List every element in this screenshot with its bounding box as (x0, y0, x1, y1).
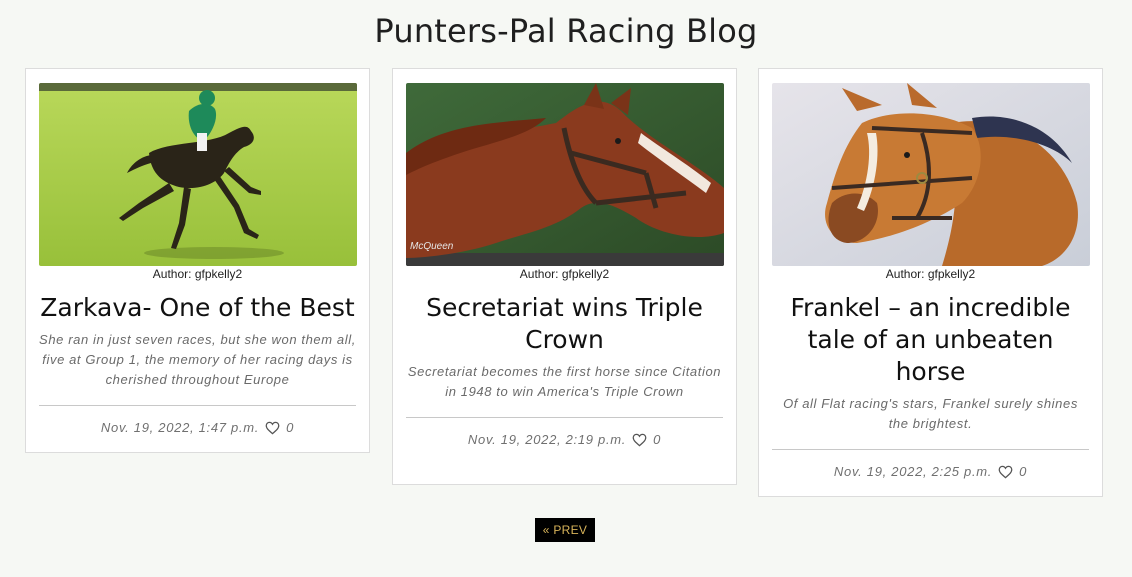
post-author: Author: gfpkelly2 (152, 267, 243, 281)
post-image-secretariat[interactable]: McQueen (406, 83, 724, 266)
post-date: Nov. 19, 2022, 2:25 p.m. (833, 464, 993, 479)
post-title-link[interactable]: Zarkava- One of the Best (39, 292, 356, 324)
post-meta: Nov. 19, 2022, 1:47 p.m. 0 (39, 406, 356, 435)
post-title-link[interactable]: Secretariat wins Triple Crown (406, 292, 723, 356)
post-author: Author: gfpkelly2 (519, 267, 610, 281)
post-image-zarkava[interactable] (39, 83, 357, 266)
page-title: Punters-Pal Racing Blog (374, 12, 758, 50)
image-watermark: McQueen (410, 241, 454, 252)
post-card: Author: gfpkelly2 Zarkava- One of the Be… (25, 68, 370, 453)
post-card: Author: gfpkelly2 Frankel – an incredibl… (758, 68, 1103, 497)
heart-outline-icon[interactable] (632, 433, 647, 447)
post-date: Nov. 19, 2022, 1:47 p.m. (100, 420, 260, 435)
blog-page: Punters-Pal Racing Blog Author: gfpkelly… (0, 0, 1132, 577)
post-author: Author: gfpkelly2 (885, 267, 976, 281)
post-date: Nov. 19, 2022, 2:19 p.m. (467, 432, 627, 447)
post-title-link[interactable]: Frankel – an incredible tale of an unbea… (772, 292, 1089, 388)
like-count: 0 (1019, 464, 1028, 479)
post-meta: Nov. 19, 2022, 2:25 p.m. 0 (772, 450, 1089, 479)
post-excerpt: Of all Flat racing's stars, Frankel sure… (783, 396, 1078, 431)
post-card: McQueen Author: gfpkelly2 Secretariat wi… (392, 68, 737, 485)
post-excerpt: She ran in just seven races, but she won… (39, 332, 356, 387)
heart-outline-icon[interactable] (265, 421, 280, 435)
prev-page-button[interactable]: « PREV (535, 518, 595, 542)
like-count: 0 (286, 420, 295, 435)
post-image-frankel[interactable] (772, 83, 1090, 266)
post-excerpt: Secretariat becomes the first horse sinc… (407, 364, 722, 399)
like-count: 0 (653, 432, 662, 447)
post-meta: Nov. 19, 2022, 2:19 p.m. 0 (406, 418, 723, 447)
heart-outline-icon[interactable] (998, 465, 1013, 479)
